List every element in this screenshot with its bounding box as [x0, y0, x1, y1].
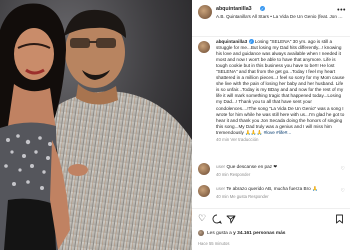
comment-like-icon[interactable]: ♡ [341, 166, 345, 172]
share-icon[interactable] [226, 212, 236, 224]
comment-text: user Te abrazo querido AB, mucha fuerza … [216, 186, 318, 192]
comment-body: Que descanse en paz ❤ [226, 164, 278, 169]
caption-text: abquintanilla3 ✓ Losing "SELENA" 30 yrs.… [216, 39, 346, 143]
heart-icon[interactable]: ♡ [198, 212, 206, 224]
comment-avatar[interactable] [198, 163, 210, 175]
likes-summary[interactable]: Les gusta a y 34.161 personas más [207, 231, 285, 236]
bookmark-icon[interactable] [335, 212, 344, 224]
post-header: abquintanilla3 ✓ A.B. Quintanilla's All … [192, 0, 350, 37]
more-options-icon[interactable]: ••• [337, 7, 346, 14]
likes-count[interactable]: y 34.161 personas más [233, 231, 285, 236]
author-avatar[interactable] [198, 5, 212, 19]
comment-meta[interactable]: 40 min Responder [216, 172, 250, 177]
comment-like-icon[interactable]: ♡ [341, 188, 345, 194]
caption-hashtags[interactable]: #love #life#... [264, 130, 291, 135]
author-username[interactable]: abquintanilla3 [216, 6, 252, 12]
caption-username[interactable]: abquintanilla3 [216, 39, 247, 44]
bookmark-icon-svg [336, 214, 343, 224]
comment-text: user Que descanse en paz ❤ [216, 164, 277, 170]
comment-icon-svg [212, 214, 222, 224]
action-bar: ♡ [192, 212, 350, 226]
comment-avatar[interactable] [198, 185, 210, 197]
post-details-panel: abquintanilla3 ✓ A.B. Quintanilla's All … [192, 0, 350, 250]
caption-emojis: 🙏🙏🙏 [245, 129, 263, 135]
verified-badge-icon: ✓ [260, 6, 265, 11]
audio-track-link[interactable]: A.B. Quintanilla's All Stars • La Vida D… [216, 14, 344, 19]
comment-icon[interactable] [212, 212, 222, 224]
likes-prefix: Les gusta a [207, 231, 232, 236]
comment-username[interactable]: user [216, 164, 225, 169]
share-icon-svg [226, 215, 236, 224]
post-photo[interactable] [0, 0, 192, 250]
post-date: Hace 55 minutos [198, 241, 230, 246]
comment-body: Te abrazo querido AB, mucha fuerza Bro 🙏 [226, 186, 318, 191]
actions-divider [192, 208, 350, 209]
photo-illustration [0, 0, 192, 250]
comment-meta[interactable]: 40 min Me gusta Responder [216, 194, 269, 199]
liker-avatar[interactable] [198, 230, 204, 236]
caption-avatar[interactable] [198, 41, 210, 53]
caption-body: Losing "SELENA" 30 yrs. ago is still a s… [216, 39, 345, 135]
comment-username[interactable]: user [216, 186, 225, 191]
caption-meta[interactable]: 40 min Ver traducción [216, 137, 346, 143]
caption-verified-icon: ✓ [248, 39, 254, 45]
